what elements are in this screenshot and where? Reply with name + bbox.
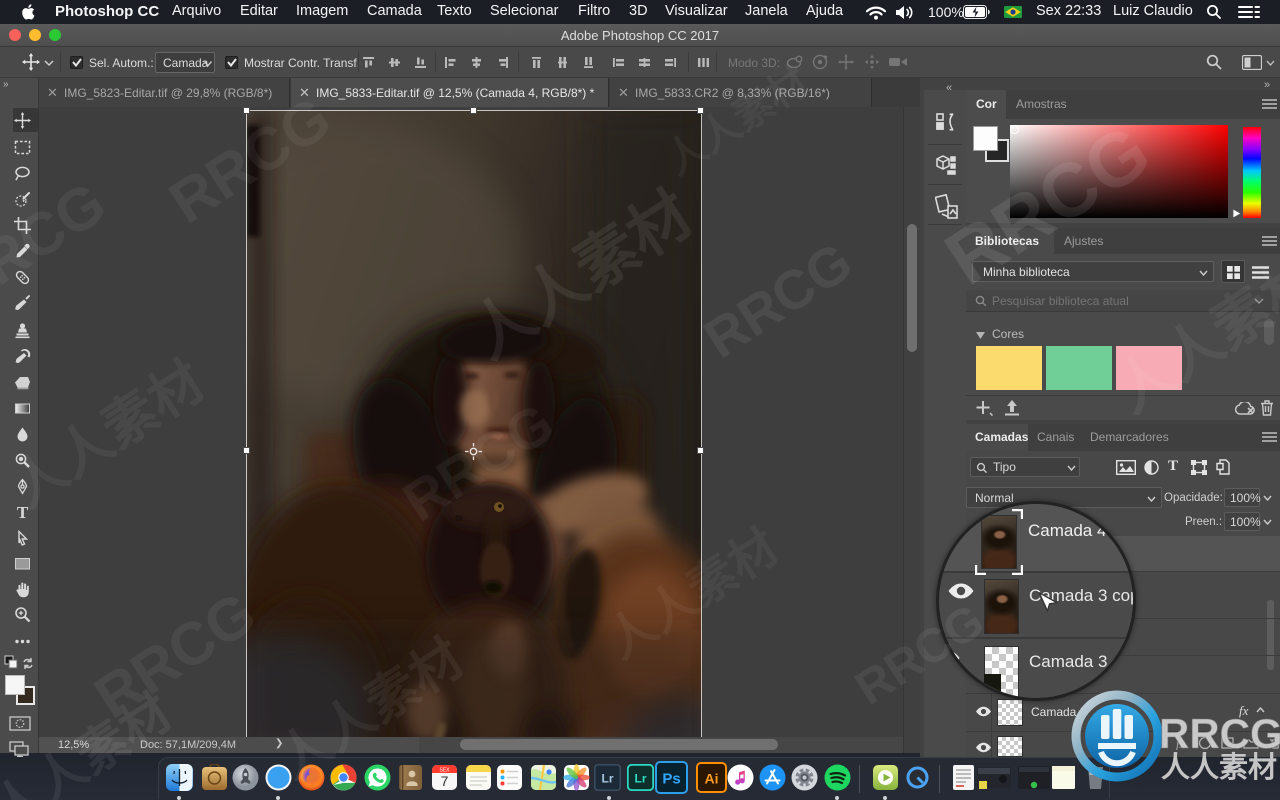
- svg-text:Lr: Lr: [602, 772, 614, 786]
- svg-text:Ps: Ps: [662, 771, 680, 788]
- svg-text:Lr: Lr: [635, 772, 647, 786]
- svg-text:RRCG: RRCG: [1159, 710, 1280, 757]
- svg-text:人人素材: 人人素材: [1161, 751, 1277, 784]
- svg-text:Ai: Ai: [705, 771, 719, 787]
- svg-text:7: 7: [441, 773, 449, 789]
- svg-text:SEX: SEX: [439, 767, 450, 773]
- svg-text:T: T: [17, 504, 29, 521]
